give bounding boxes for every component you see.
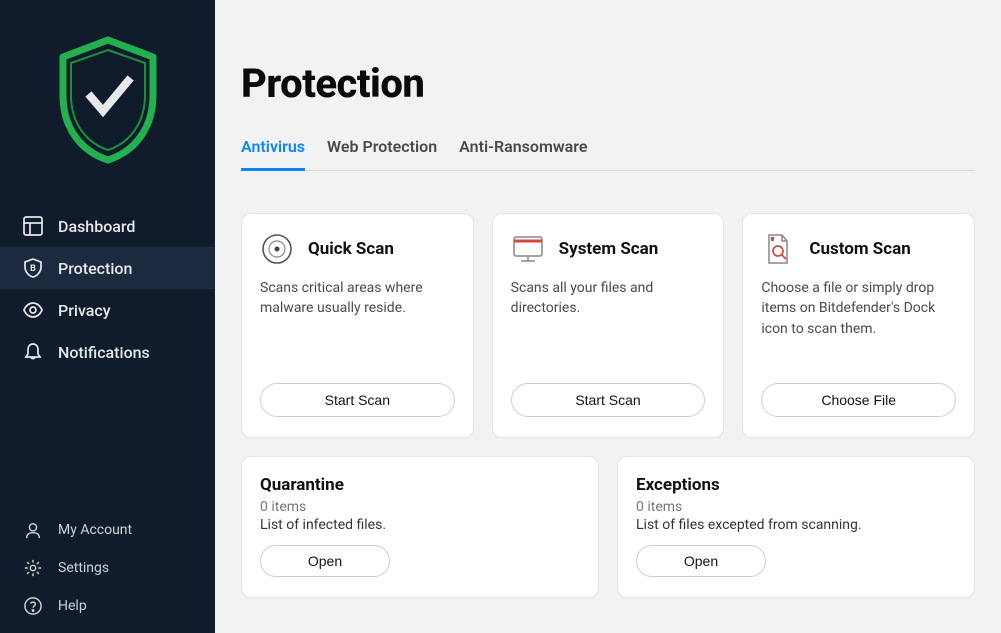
sidebar-item-label: Help	[58, 598, 87, 614]
eye-icon	[22, 299, 44, 321]
card-title: System Scan	[559, 239, 659, 259]
bell-icon	[22, 341, 44, 363]
card-desc: Scans critical areas where malware usual…	[260, 278, 455, 339]
start-system-scan-button[interactable]: Start Scan	[511, 383, 706, 417]
card-desc: Choose a file or simply drop items on Bi…	[761, 278, 956, 339]
sidebar-item-privacy[interactable]: Privacy	[0, 289, 215, 331]
main-content: Protection Antivirus Web Protection Anti…	[215, 0, 1001, 633]
open-exceptions-button[interactable]: Open	[636, 545, 766, 577]
card-quarantine: Quarantine 0 items List of infected file…	[241, 456, 599, 598]
lower-cards: Quarantine 0 items List of infected file…	[241, 456, 975, 598]
primary-nav: Dashboard B Protection Privacy	[0, 205, 215, 511]
choose-file-button[interactable]: Choose File	[761, 383, 956, 417]
card-custom-scan: Custom Scan Choose a file or simply drop…	[742, 213, 975, 438]
shield-b-icon: B	[22, 257, 44, 279]
card-desc: List of files excepted from scanning.	[636, 517, 956, 533]
card-title: Exceptions	[636, 475, 956, 495]
sidebar-item-help[interactable]: Help	[0, 587, 215, 625]
scan-cards: Quick Scan Scans critical areas where ma…	[241, 213, 975, 438]
tab-antivirus[interactable]: Antivirus	[241, 137, 305, 171]
sidebar-item-notifications[interactable]: Notifications	[0, 331, 215, 373]
card-subtext: 0 items	[260, 499, 580, 515]
card-title: Custom Scan	[809, 239, 910, 259]
card-desc: Scans all your files and directories.	[511, 278, 706, 339]
tab-web-protection[interactable]: Web Protection	[327, 137, 437, 171]
card-exceptions: Exceptions 0 items List of files excepte…	[617, 456, 975, 598]
file-search-icon	[761, 232, 795, 266]
card-system-scan: System Scan Scans all your files and dir…	[492, 213, 725, 438]
tab-anti-ransomware[interactable]: Anti-Ransomware	[459, 137, 587, 171]
sidebar-item-my-account[interactable]: My Account	[0, 511, 215, 549]
card-title: Quarantine	[260, 475, 580, 495]
open-quarantine-button[interactable]: Open	[260, 545, 390, 577]
sidebar-item-label: Privacy	[58, 301, 111, 320]
help-icon	[22, 595, 44, 617]
sidebar-item-label: Protection	[58, 259, 132, 278]
card-desc: List of infected files.	[260, 517, 580, 533]
sidebar-item-label: My Account	[58, 522, 132, 538]
card-subtext: 0 items	[636, 499, 956, 515]
card-title: Quick Scan	[308, 239, 394, 259]
target-icon	[260, 232, 294, 266]
shield-check-icon	[53, 35, 163, 165]
sidebar-item-dashboard[interactable]: Dashboard	[0, 205, 215, 247]
sidebar-item-protection[interactable]: B Protection	[0, 247, 215, 289]
start-quick-scan-button[interactable]: Start Scan	[260, 383, 455, 417]
secondary-nav: My Account Settings Help	[0, 511, 215, 633]
tabs: Antivirus Web Protection Anti-Ransomware	[241, 137, 975, 171]
monitor-icon	[511, 232, 545, 266]
sidebar: Dashboard B Protection Privacy	[0, 0, 215, 633]
card-quick-scan: Quick Scan Scans critical areas where ma…	[241, 213, 474, 438]
dashboard-icon	[22, 215, 44, 237]
svg-text:B: B	[30, 264, 36, 274]
sidebar-item-label: Notifications	[58, 343, 150, 362]
gear-icon	[22, 557, 44, 579]
sidebar-item-settings[interactable]: Settings	[0, 549, 215, 587]
logo	[0, 0, 215, 205]
page-title: Protection	[241, 0, 975, 137]
sidebar-item-label: Dashboard	[58, 217, 135, 236]
user-icon	[22, 519, 44, 541]
sidebar-item-label: Settings	[58, 560, 109, 576]
